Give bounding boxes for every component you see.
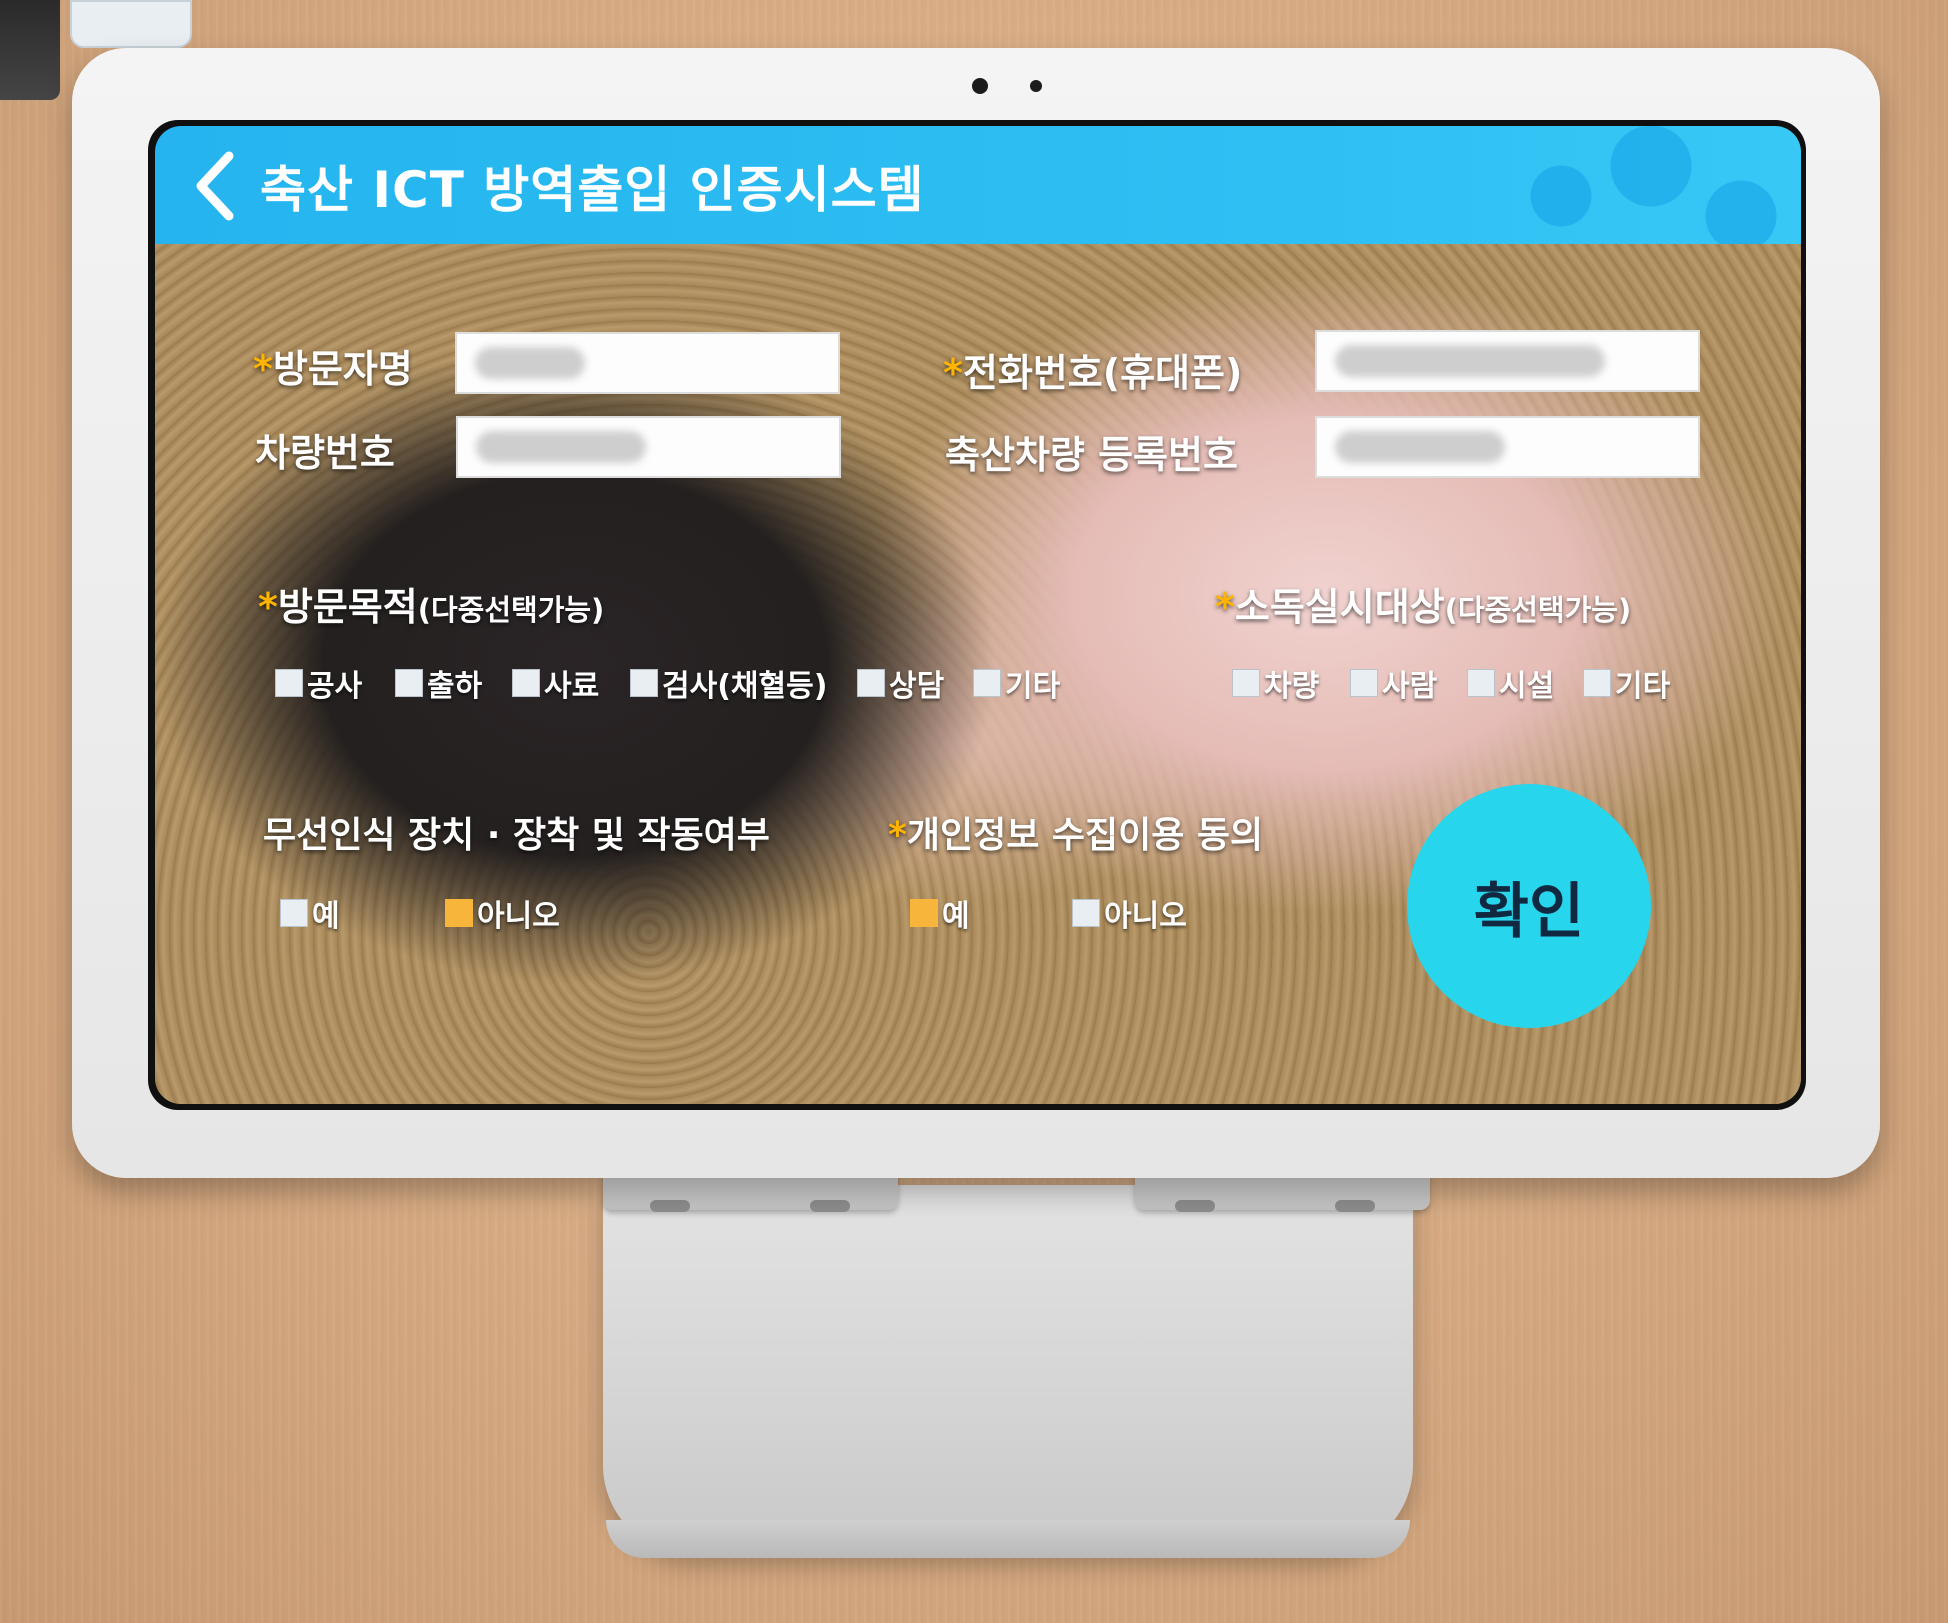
checkbox-icon bbox=[857, 669, 885, 697]
livestock-vehicle-input[interactable] bbox=[1315, 416, 1700, 478]
purpose-other-checkbox[interactable]: 기타 bbox=[973, 661, 1060, 705]
visit-purpose-label: *방문목적(다중선택가능) bbox=[258, 585, 605, 629]
visitor-name-input[interactable] bbox=[455, 332, 840, 394]
tablet-stand-base bbox=[603, 1185, 1413, 1555]
header-decoration bbox=[1501, 126, 1801, 244]
windows-sticker bbox=[70, 0, 192, 48]
checkbox-icon bbox=[512, 669, 540, 697]
wireless-no-checkbox[interactable]: 아니오 bbox=[445, 891, 560, 935]
checked-checkbox-icon bbox=[445, 899, 473, 927]
disinfect-person-checkbox[interactable]: 사람 bbox=[1350, 661, 1437, 705]
front-camera bbox=[972, 78, 988, 94]
vehicle-number-input[interactable] bbox=[456, 416, 841, 478]
phone-input[interactable] bbox=[1315, 330, 1700, 392]
hinge-screw bbox=[1335, 1200, 1375, 1212]
checkbox-icon bbox=[280, 899, 308, 927]
checkbox-icon bbox=[630, 669, 658, 697]
checkbox-icon bbox=[275, 669, 303, 697]
checkbox-icon bbox=[1350, 669, 1378, 697]
hinge-screw bbox=[810, 1200, 850, 1212]
app-screen: 축산 ICT 방역출입 인증시스템 *방문자명 *전화번호(휴대폰) 차량번호 … bbox=[155, 126, 1801, 1104]
privacy-consent-label: *개인정보 수집이용 동의 bbox=[888, 815, 1264, 856]
vehicle-number-label: 차량번호 bbox=[255, 431, 395, 475]
visitor-name-label: *방문자명 bbox=[253, 347, 413, 391]
wireless-yes-checkbox[interactable]: 예 bbox=[280, 891, 340, 935]
app-header: 축산 ICT 방역출입 인증시스템 bbox=[155, 126, 1801, 244]
purpose-inspection-checkbox[interactable]: 검사(채혈등) bbox=[630, 661, 827, 705]
privacy-yes-checkbox[interactable]: 예 bbox=[910, 891, 970, 935]
page-title: 축산 ICT 방역출입 인증시스템 bbox=[260, 161, 925, 219]
livestock-vehicle-label: 축산차량 등록번호 bbox=[945, 433, 1238, 477]
confirm-button[interactable]: 확인 bbox=[1407, 784, 1651, 1028]
disinfect-facility-checkbox[interactable]: 시설 bbox=[1467, 661, 1554, 705]
disinfection-label: *소독실시대상(다중선택가능) bbox=[1215, 585, 1632, 629]
checkbox-icon bbox=[395, 669, 423, 697]
checked-checkbox-icon bbox=[910, 899, 938, 927]
purpose-shipping-checkbox[interactable]: 출하 bbox=[395, 661, 482, 705]
monitor-corner bbox=[0, 0, 60, 100]
back-arrow-icon[interactable] bbox=[185, 146, 245, 226]
checkbox-icon bbox=[1467, 669, 1495, 697]
hinge-screw bbox=[1175, 1200, 1215, 1212]
purpose-consult-checkbox[interactable]: 상담 bbox=[857, 661, 944, 705]
phone-label: *전화번호(휴대폰) bbox=[943, 351, 1243, 395]
wireless-device-label: 무선인식 장치 · 장착 및 작동여부 bbox=[263, 815, 770, 856]
checkbox-icon bbox=[1232, 669, 1260, 697]
purpose-construction-checkbox[interactable]: 공사 bbox=[275, 661, 362, 705]
disinfect-vehicle-checkbox[interactable]: 차량 bbox=[1232, 661, 1319, 705]
purpose-feed-checkbox[interactable]: 사료 bbox=[512, 661, 599, 705]
privacy-no-checkbox[interactable]: 아니오 bbox=[1072, 891, 1187, 935]
sensor bbox=[1030, 80, 1042, 92]
checkbox-icon bbox=[973, 669, 1001, 697]
disinfect-other-checkbox[interactable]: 기타 bbox=[1583, 661, 1670, 705]
hinge-screw bbox=[650, 1200, 690, 1212]
checkbox-icon bbox=[1072, 899, 1100, 927]
checkbox-icon bbox=[1583, 669, 1611, 697]
tablet-stand-lip bbox=[606, 1520, 1410, 1558]
